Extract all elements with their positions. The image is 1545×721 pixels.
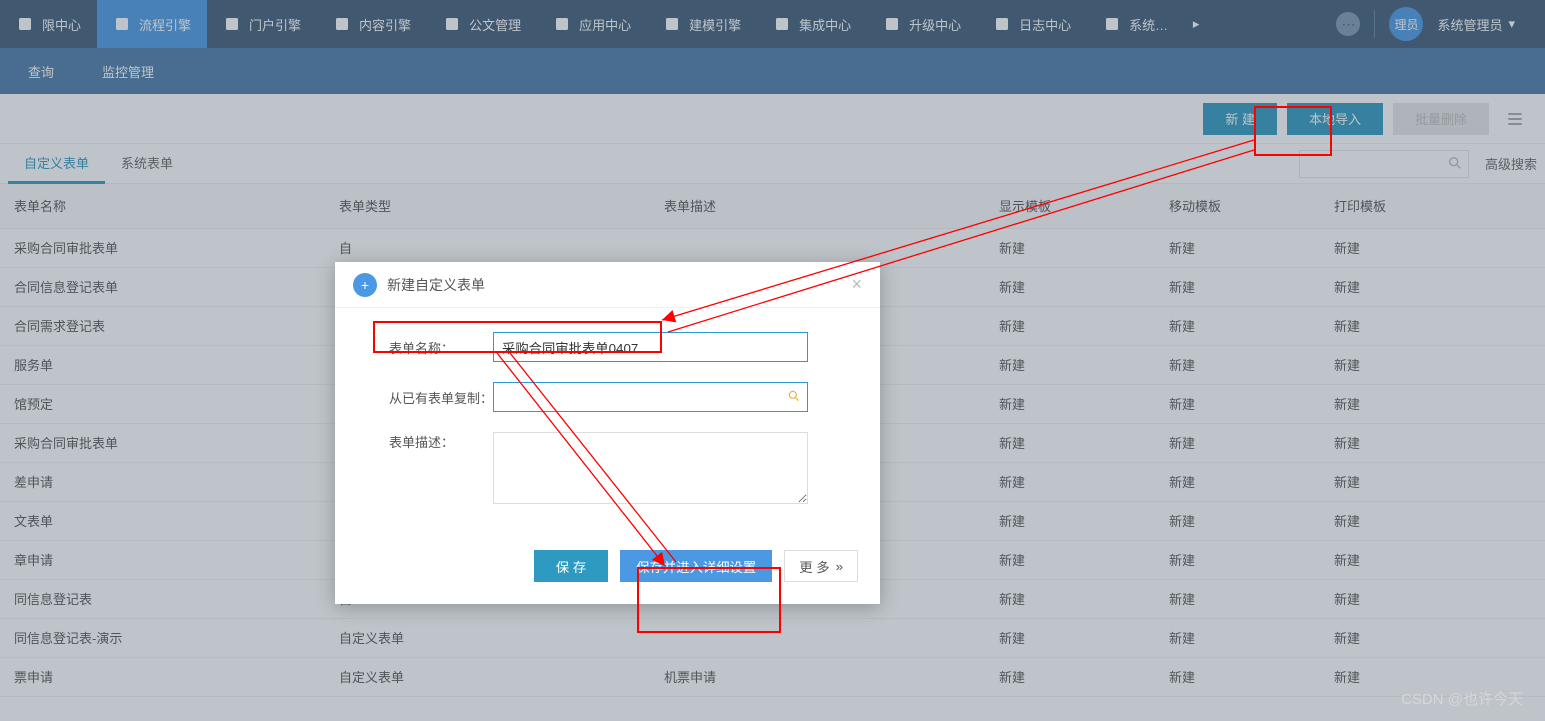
copy-from-input[interactable] [493, 382, 808, 412]
save-and-enter-button[interactable]: 保存并进入详细设置 [620, 550, 772, 582]
dialog-title: 新建自定义表单 [387, 275, 485, 295]
label-form-desc: 表单描述： [389, 432, 493, 451]
lookup-icon[interactable] [787, 389, 801, 406]
chevron-right-icon: » [836, 559, 843, 574]
new-form-dialog: + 新建自定义表单 × 表单名称： 从已有表单复制： 表单描述： 保 存 保存并… [335, 262, 880, 604]
more-button[interactable]: 更 多» [784, 550, 858, 582]
close-icon[interactable]: × [851, 274, 862, 295]
label-copy-from: 从已有表单复制： [389, 388, 493, 407]
save-button[interactable]: 保 存 [534, 550, 608, 582]
label-form-name: 表单名称： [389, 338, 493, 357]
form-desc-textarea[interactable] [493, 432, 808, 504]
form-name-input[interactable] [493, 332, 808, 362]
plus-circle-icon: + [353, 273, 377, 297]
